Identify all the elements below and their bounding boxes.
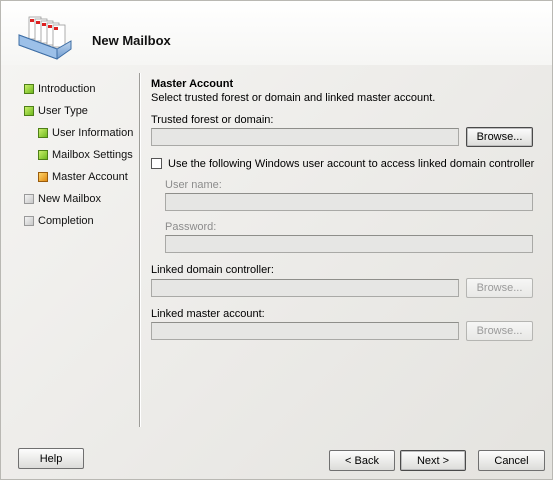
trusted-forest-field[interactable]: [151, 128, 459, 146]
section-title: Master Account: [151, 78, 234, 90]
step-user-type[interactable]: User Type: [24, 103, 88, 119]
user-name-label: User name:: [165, 179, 222, 191]
linked-master-browse-button[interactable]: Browse...: [466, 321, 533, 341]
mailbox-icon: [18, 16, 72, 60]
step-pending-indicator: [24, 194, 34, 204]
step-user-information[interactable]: User Information: [38, 125, 133, 141]
user-name-field[interactable]: [165, 193, 533, 211]
step-label: Introduction: [38, 83, 96, 95]
back-button[interactable]: < Back: [329, 450, 395, 471]
use-windows-account-label[interactable]: Use the following Windows user account t…: [168, 158, 534, 170]
section-subtitle: Select trusted forest or domain and link…: [151, 92, 436, 104]
step-new-mailbox[interactable]: New Mailbox: [24, 191, 101, 207]
step-complete-indicator: [38, 150, 48, 160]
step-label: User Information: [52, 127, 134, 139]
step-complete-indicator: [24, 106, 34, 116]
help-button[interactable]: Help: [18, 448, 84, 469]
linked-dc-browse-button[interactable]: Browse...: [466, 278, 533, 298]
linked-master-field[interactable]: [151, 322, 459, 340]
step-label: New Mailbox: [38, 193, 101, 205]
wizard-title: New Mailbox: [92, 33, 171, 48]
trusted-forest-browse-button[interactable]: Browse...: [466, 127, 533, 147]
step-completion[interactable]: Completion: [24, 213, 94, 229]
next-button[interactable]: Next >: [400, 450, 466, 471]
step-current-indicator: [38, 172, 48, 182]
linked-dc-field[interactable]: [151, 279, 459, 297]
cancel-button[interactable]: Cancel: [478, 450, 545, 471]
password-label: Password:: [165, 221, 217, 233]
wizard-header: New Mailbox: [1, 1, 552, 65]
step-introduction[interactable]: Introduction: [24, 81, 95, 97]
step-label: User Type: [38, 105, 88, 117]
step-mailbox-settings[interactable]: Mailbox Settings: [38, 147, 133, 163]
step-pending-indicator: [24, 216, 34, 226]
linked-master-label: Linked master account:: [151, 308, 265, 320]
step-label: Mailbox Settings: [52, 149, 133, 161]
password-field[interactable]: [165, 235, 533, 253]
step-complete-indicator: [24, 84, 34, 94]
linked-dc-label: Linked domain controller:: [151, 264, 274, 276]
step-label: Completion: [38, 215, 94, 227]
step-master-account[interactable]: Master Account: [38, 169, 128, 185]
trusted-forest-label: Trusted forest or domain:: [151, 114, 274, 126]
new-mailbox-wizard-window: New Mailbox Introduction User Type User …: [0, 0, 553, 480]
sidebar-divider: [139, 73, 140, 427]
use-windows-account-checkbox[interactable]: [151, 158, 162, 169]
step-label: Master Account: [52, 171, 128, 183]
step-complete-indicator: [38, 128, 48, 138]
